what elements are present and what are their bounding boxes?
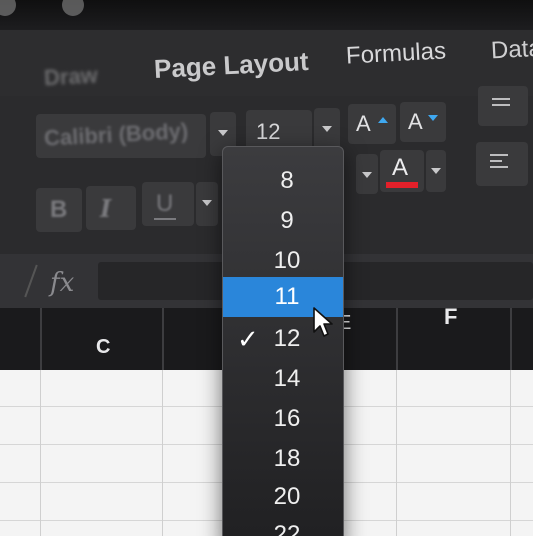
menu-item-size-14[interactable]: 14 (223, 359, 343, 399)
triangle-down-icon (428, 115, 438, 121)
increase-font-size-button[interactable]: A (348, 104, 396, 144)
ribbon-tabs: Draw Page Layout Formulas Data (0, 30, 533, 96)
divider (24, 264, 38, 298)
chevron-down-icon (202, 200, 212, 206)
triangle-up-icon (378, 117, 388, 123)
font-color-swatch (386, 182, 418, 188)
menu-item-label: 22 (273, 521, 301, 536)
bold-button[interactable]: B (36, 188, 82, 232)
grow-font-label: A (356, 111, 371, 136)
column-divider (162, 308, 164, 370)
tab-data[interactable]: Data (490, 35, 533, 66)
mouse-pointer-icon (313, 307, 333, 337)
tab-draw[interactable]: Draw (43, 63, 98, 92)
font-size-dropdown-button[interactable] (314, 108, 340, 150)
chevron-down-icon (322, 126, 332, 132)
menu-item-size-20[interactable]: 20 (223, 477, 343, 517)
underline-button[interactable]: U (142, 182, 194, 226)
fill-color-dropdown-button[interactable] (356, 154, 378, 194)
title-strip (0, 0, 533, 30)
font-size-menu: 8 9 10 11 ✓ 12 14 16 18 20 22 (222, 146, 344, 536)
chevron-down-icon (218, 130, 228, 136)
align-top-icon (492, 98, 510, 110)
column-header-f[interactable]: F (444, 304, 457, 330)
underline-bar-icon (154, 218, 176, 220)
menu-item-label: 16 (273, 405, 301, 432)
excel-window: Draw Page Layout Formulas Data Calibri (… (0, 0, 533, 536)
italic-icon: I (100, 194, 112, 223)
tab-page-layout[interactable]: Page Layout (153, 46, 309, 85)
column-line (396, 370, 397, 536)
font-color-icon: A (392, 154, 409, 181)
font-color-button[interactable]: A (380, 150, 424, 192)
chevron-down-icon (362, 172, 372, 178)
menu-item-size-9[interactable]: 9 (223, 201, 343, 241)
column-line (40, 370, 41, 536)
align-top-button[interactable] (478, 86, 528, 126)
column-line (510, 370, 511, 536)
menu-item-label: 14 (273, 365, 301, 392)
align-left-button[interactable] (476, 142, 528, 186)
underline-dropdown-button[interactable] (196, 182, 218, 226)
font-color-dropdown-button[interactable] (426, 150, 446, 192)
menu-item-size-16[interactable]: 16 (223, 399, 343, 439)
column-divider (40, 308, 42, 370)
menu-item-label: 10 (273, 247, 301, 274)
menu-item-label: 9 (280, 207, 294, 234)
menu-item-label: 8 (280, 167, 294, 194)
checkmark-icon: ✓ (237, 324, 259, 354)
column-line (162, 370, 163, 536)
underline-icon: U (156, 190, 174, 217)
bold-icon: B (50, 196, 68, 223)
italic-button[interactable]: I (86, 186, 136, 230)
window-control-icon[interactable] (0, 0, 16, 16)
chevron-down-icon (431, 168, 441, 174)
menu-item-label: 12 (273, 325, 301, 352)
function-icon[interactable]: fx (50, 268, 74, 298)
menu-item-label: 20 (273, 483, 301, 510)
menu-item-label: 11 (274, 283, 300, 310)
font-name-value: Calibri (Body) (43, 118, 189, 151)
tab-formulas[interactable]: Formulas (345, 37, 446, 70)
font-size-value: 12 (256, 119, 281, 144)
menu-item-size-10[interactable]: 10 (223, 241, 343, 281)
menu-item-label: 18 (273, 445, 301, 472)
menu-item-size-8[interactable]: 8 (223, 161, 343, 201)
decrease-font-size-button[interactable]: A (400, 102, 446, 142)
menu-item-size-18[interactable]: 18 (223, 439, 343, 479)
menu-item-size-22[interactable]: 22 (223, 515, 343, 536)
align-left-icon (490, 154, 508, 172)
window-control-icon[interactable] (62, 0, 84, 16)
column-divider (510, 308, 512, 370)
column-header-c[interactable]: C (96, 336, 110, 359)
font-name-field[interactable]: Calibri (Body) (36, 114, 206, 158)
column-divider (396, 308, 398, 370)
shrink-font-label: A (408, 109, 423, 134)
